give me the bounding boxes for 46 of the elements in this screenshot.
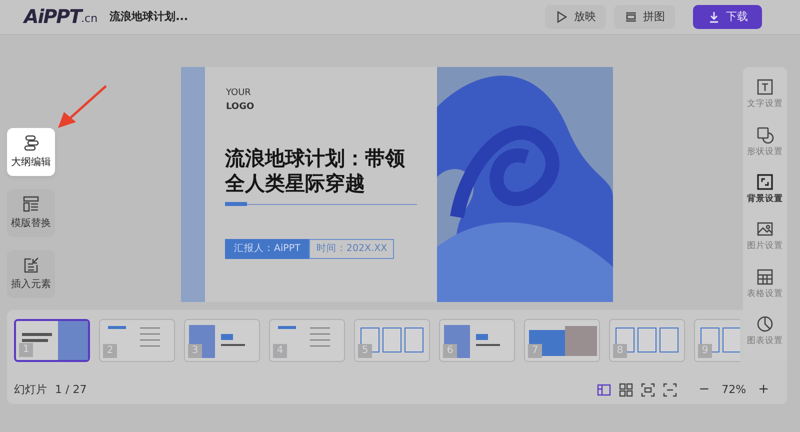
normal-view-icon <box>596 382 611 397</box>
settings-tool[interactable]: 图片设置 <box>747 220 783 254</box>
zoom-in-button[interactable]: + <box>754 380 773 400</box>
fullscreen-button[interactable] <box>660 382 679 397</box>
table-icon <box>756 268 774 286</box>
collage-button[interactable]: 拼图 <box>614 5 675 29</box>
text-icon <box>756 78 774 96</box>
logo: AiPPT <box>24 4 82 30</box>
fit-screen-button[interactable] <box>638 382 657 397</box>
sidebar-tool[interactable]: 模版替换 <box>7 189 55 237</box>
play-button[interactable]: 放映 <box>545 5 606 29</box>
grid-view-icon <box>618 382 633 397</box>
presenter-tag: 汇报人：AiPPT <box>225 239 310 260</box>
date-tag: 时间：202X.XX <box>309 239 394 260</box>
grid-view-button[interactable] <box>616 382 635 397</box>
settings-tool[interactable]: 文字设置 <box>747 78 783 112</box>
sidebar-tool[interactable]: 插入元素 <box>7 250 55 298</box>
zoom-out-button[interactable]: − <box>694 380 714 400</box>
download-icon <box>707 10 721 24</box>
settings-tool[interactable]: 表格设置 <box>747 268 783 300</box>
settings-tool[interactable]: 形状设置 <box>747 126 783 158</box>
slide-label: 幻灯片 <box>14 382 47 398</box>
logo-text: YOUR <box>225 87 252 100</box>
outline-icon <box>22 134 40 152</box>
play-icon <box>555 10 569 24</box>
background-icon <box>756 172 774 191</box>
logo-text: LOGO <box>225 100 256 114</box>
layout-icon <box>624 10 638 24</box>
insert-icon <box>22 256 40 274</box>
logo-domain: .cn <box>81 12 98 27</box>
zoom-level: 72% <box>722 382 746 398</box>
image-icon <box>756 220 774 238</box>
download-button[interactable]: 下载 <box>693 5 762 29</box>
normal-view-button[interactable] <box>594 382 613 397</box>
slide-title: 流浪地球计划：带领 全人类星际穿越 <box>225 146 406 196</box>
slide-preview-drawing <box>16 321 88 360</box>
document-title: 流浪地球计划... <box>110 8 188 25</box>
fit-screen-icon <box>640 382 655 397</box>
settings-tool[interactable]: 背景设置 <box>747 172 783 206</box>
pie-chart-icon <box>756 314 774 333</box>
slide-counter: 1 / 27 <box>55 382 87 398</box>
fullscreen-icon <box>662 382 677 397</box>
template-icon <box>22 195 40 213</box>
sidebar-tool[interactable]: 大纲编辑 <box>7 128 55 176</box>
settings-tool[interactable]: 图表设置 <box>747 314 783 348</box>
shape-icon <box>756 126 774 144</box>
